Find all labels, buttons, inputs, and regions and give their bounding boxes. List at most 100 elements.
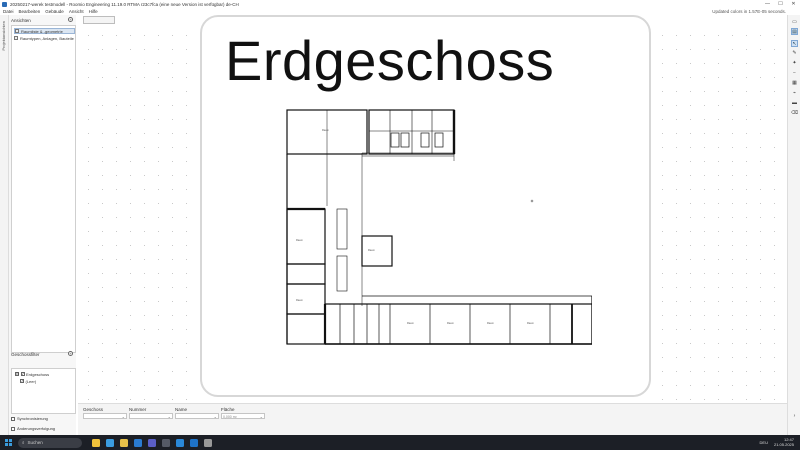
project-views-tab[interactable]: Projektansichten [1,21,6,51]
chevron-down-icon: ⌄ [121,414,125,419]
filter-label: Name [175,407,188,412]
windows-start-icon[interactable] [5,439,12,446]
taskbar-app-file-explorer-icon[interactable] [92,438,100,447]
svg-text:Raum: Raum [368,248,375,252]
menu-bearbeiten[interactable]: Bearbeiten [19,9,41,14]
menu-ansicht[interactable]: Ansicht [69,9,84,14]
filter-geschoss-input[interactable]: ⌄ [83,413,127,419]
sync-checkbox[interactable] [11,416,15,421]
chevron-down-icon: ⌄ [167,414,171,419]
chart-icon[interactable]: ⌁ [791,90,798,97]
clock[interactable]: 12:47 21.05.2025 [774,437,794,447]
trash-icon[interactable]: ⌫ [791,110,798,117]
floor-plan-card[interactable]: Erdgeschoss Raum Raum Raum Raum Raum Rau… [200,15,651,397]
panel-toggle-icon[interactable]: › [791,413,798,420]
floor-checkbox[interactable]: ✓ [20,379,24,383]
view-tab-placeholder[interactable] [83,16,115,24]
taskbar-app-roomio-icon[interactable] [204,438,212,447]
title-bar: 20250217-werek testmodell - Roomio Engin… [0,0,800,8]
tracking-label: Änderungsverfolgung [17,426,56,431]
views-header: Ansichten [11,18,31,23]
room-center [361,235,393,267]
svg-text:Raum: Raum [527,321,534,325]
floor-item-leer[interactable]: ✓ (Leer) [20,378,36,384]
menu-bar: Datei Bearbeiten Gebäude Ansicht Hilfe U… [0,8,800,15]
minimize-button[interactable]: — [761,0,774,8]
wrench-icon[interactable]: ✦ [791,60,798,67]
svg-text:Raum: Raum [296,238,303,242]
taskbar-apps [86,438,212,447]
taskbar-app-settings-icon[interactable] [162,438,170,447]
room-block-top-right [368,109,455,155]
filter-label: Geschoss [83,407,104,412]
keyboard-icon[interactable]: ▬ [791,100,798,107]
menu-datei[interactable]: Datei [3,9,14,14]
taskbar: ⌕ Suchen DEU 12:47 21.05.2025 [0,435,800,450]
view-icon [14,36,18,40]
right-toolbar: ▭ ▤ ↖ ✎ ✦ − ▦ ⌁ ▬ ⌫ › [787,15,800,435]
svg-text:Raum: Raum [296,298,303,302]
view-item-room-list[interactable]: Raumliste & -geometrie [14,28,75,34]
window-controls: — ☐ ✕ [761,0,800,8]
app-icon [2,1,7,7]
tracking-checkbox-row[interactable]: Änderungsverfolgung [11,426,55,431]
room-left-1 [286,208,326,265]
search-placeholder: Suchen [27,440,43,445]
expand-icon[interactable]: ⊟ [15,372,19,376]
left-panel: Ansichten + Raumliste & -geometrie Raumt… [9,15,76,435]
taskbar-app-mail-icon[interactable] [134,438,142,447]
floors-header: Geschossfilter [11,352,40,357]
chevron-down-icon: ⌄ [213,414,217,419]
sync-checkbox-row[interactable]: Synchronisierung [11,416,48,421]
room-left-3 [286,283,326,315]
date: 21.05.2025 [773,442,794,447]
floor-plan-drawing[interactable]: Raum Raum Raum Raum Raum Raum Raum Raum [282,91,592,351]
grid-icon[interactable]: ▦ [791,80,798,87]
menu-gebaeude[interactable]: Gebäude [45,9,64,14]
close-button[interactable]: ✕ [787,0,800,8]
filter-bar: Geschoss ⌄ Nummer ⌄ Name ⌄ Fläche 0,000 … [78,403,787,435]
room-left-4 [286,313,326,345]
pencil-icon[interactable]: ✎ [791,50,798,57]
cursor-icon[interactable]: ↖ [791,40,798,47]
svg-text:Raum: Raum [322,128,329,132]
maximize-button[interactable]: ☐ [774,0,787,8]
floor-checkbox[interactable]: ✓ [20,372,25,376]
plan-title: Erdgeschoss [225,29,555,92]
taskbar-app-vscode-icon[interactable] [176,438,184,447]
taskbar-app-chrome-icon[interactable] [120,438,128,447]
system-tray: DEU 12:47 21.05.2025 [760,437,794,447]
language-indicator[interactable]: DEU [760,440,768,445]
add-floor-filter-button[interactable]: + [68,351,73,356]
taskbar-app-app-blue-icon[interactable] [190,438,198,447]
layers-icon[interactable]: ▤ [791,28,798,35]
add-view-button[interactable]: + [68,17,73,22]
floor-label: Erdgeschoss [26,371,50,377]
tracking-checkbox[interactable] [11,426,15,431]
search-icon: ⌕ [22,440,25,445]
minus-icon[interactable]: − [791,70,798,77]
svg-text:Raum: Raum [407,321,414,325]
chevron-down-icon: ⌄ [259,414,263,419]
main-canvas[interactable]: Erdgeschoss Raum Raum Raum Raum Raum Rau… [78,15,787,403]
view-item-room-types[interactable]: Raumtypen, Anlagen, Bauteile [14,35,74,41]
view-item-label: Raumtypen, Anlagen, Bauteile [20,35,74,41]
floor-label: (Leer) [25,378,37,384]
view-icon [15,29,19,33]
taskbar-search[interactable]: ⌕ Suchen [18,437,82,448]
filter-flaeche-input[interactable]: 0,000 m² ⌄ [221,413,265,419]
floor-item-erdgeschoss[interactable]: ⊟ ✓ Erdgeschoss [15,371,49,377]
wing-bottom [324,303,592,345]
svg-text:Raum: Raum [487,321,494,325]
filter-nummer-input[interactable]: ⌄ [129,413,173,419]
filter-label: Nummer [129,407,147,412]
save-icon[interactable]: ▭ [791,19,798,26]
menu-hilfe[interactable]: Hilfe [89,9,98,14]
filter-name: Name ⌄ [175,407,219,419]
taskbar-app-teams-icon[interactable] [148,438,156,447]
filter-label: Fläche [221,407,235,412]
view-item-label: Raumliste & -geometrie [21,28,63,34]
filter-name-input[interactable]: ⌄ [175,413,219,419]
status-text: Updated colors in 1.57E-05 seconds. [712,9,786,14]
taskbar-app-browser-icon[interactable] [106,438,114,447]
